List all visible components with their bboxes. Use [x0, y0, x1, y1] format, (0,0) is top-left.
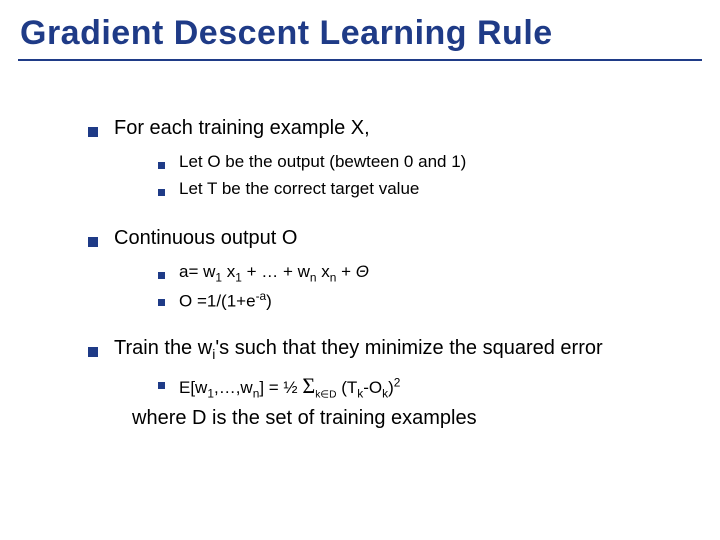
sigma-symbol: Σ — [302, 373, 315, 398]
superscript: -a — [256, 289, 267, 303]
bullet-text: a= w1 x1 + … + wn xn + Θ — [179, 261, 369, 285]
theta-symbol: Θ — [356, 262, 369, 281]
slide: Gradient Descent Learning Rule For each … — [0, 0, 720, 540]
eq-frag: Train the w — [114, 337, 212, 359]
sum-subscript: k∈D — [315, 390, 336, 401]
eq-frag: 's such that they minimize the squared e… — [215, 337, 602, 359]
bullet-text: Continuous output O — [114, 225, 297, 252]
title-underline — [18, 59, 702, 61]
bullet-text: Let O be the output (bewteen 0 and 1) — [179, 151, 466, 174]
bullet-level1: Continuous output O — [88, 225, 702, 255]
square-bullet-icon — [88, 338, 98, 365]
superscript: 2 — [394, 376, 401, 390]
bullet-level2: O =1/(1+e-a) — [158, 288, 702, 314]
bullet-level2: a= w1 x1 + … + wn xn + Θ — [158, 261, 702, 286]
subscript: n — [310, 270, 317, 284]
eq-frag: -O — [363, 378, 382, 397]
bullet-level1: For each training example X, — [88, 115, 702, 145]
bullet-text: O =1/(1+e-a) — [179, 288, 272, 314]
bullet-text: E[w1,…,wn] = ½ Σk∈D (Tk-Ok)2 — [179, 371, 400, 402]
bullet-text: For each training example X, — [114, 115, 370, 142]
bullet-level2: E[w1,…,wn] = ½ Σk∈D (Tk-Ok)2 — [158, 371, 702, 402]
bullet-text: Train the wi's such that they minimize t… — [114, 335, 603, 364]
square-bullet-icon — [88, 228, 98, 255]
bullet-level2: Let O be the output (bewteen 0 and 1) — [158, 151, 702, 176]
subscript: 1 — [235, 270, 242, 284]
eq-frag: (T — [337, 378, 358, 397]
where-clause: where D is the set of training examples — [132, 405, 702, 432]
subscript: 1 — [207, 387, 214, 401]
eq-frag: ] = ½ — [259, 378, 302, 397]
eq-frag: x — [317, 262, 330, 281]
eq-frag: + … + w — [242, 262, 310, 281]
square-bullet-small-icon — [158, 290, 165, 313]
square-bullet-small-icon — [158, 263, 165, 286]
eq-frag: O =1/(1+e — [179, 291, 256, 310]
bullet-text: Let T be the correct target value — [179, 178, 419, 201]
square-bullet-icon — [88, 118, 98, 145]
eq-frag: + — [336, 262, 355, 281]
eq-frag: ) — [266, 291, 272, 310]
eq-frag: a= w — [179, 262, 215, 281]
square-bullet-small-icon — [158, 153, 165, 176]
square-bullet-small-icon — [158, 180, 165, 203]
slide-body: For each training example X, Let O be th… — [18, 115, 702, 432]
page-title: Gradient Descent Learning Rule — [20, 14, 702, 53]
eq-frag: E[w — [179, 378, 207, 397]
bullet-level1: Train the wi's such that they minimize t… — [88, 335, 702, 365]
eq-frag: x — [222, 262, 235, 281]
square-bullet-small-icon — [158, 373, 165, 396]
eq-frag: ,…,w — [214, 378, 253, 397]
bullet-level2: Let T be the correct target value — [158, 178, 702, 203]
